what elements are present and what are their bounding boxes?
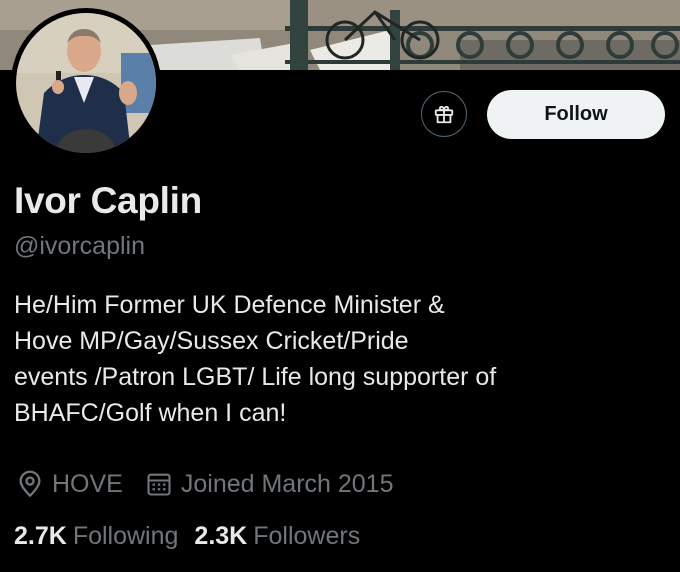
follow-button[interactable]: Follow — [487, 90, 665, 139]
location-text: HOVE — [52, 469, 123, 498]
bio-line: BHAFC/Golf when I can! — [14, 399, 287, 427]
gift-icon — [434, 105, 454, 124]
following-count: 2.7K — [14, 522, 67, 550]
user-handle: @ivorcaplin — [14, 232, 145, 260]
avatar-image — [16, 13, 156, 153]
profile-avatar[interactable] — [11, 8, 161, 158]
bio-line: events /Patron LGBT/ Life long supporter… — [14, 363, 497, 391]
display-name: Ivor Caplin — [14, 180, 202, 221]
joined-text: Joined March 2015 — [180, 469, 394, 498]
followers-label: Followers — [253, 522, 361, 550]
bio-line: He/Him Former UK Defence Minister & — [14, 291, 445, 319]
bio-line: Hove MP/Gay/Sussex Cricket/Pride — [14, 327, 409, 355]
gift-button[interactable] — [421, 91, 467, 137]
joined-item: Joined March 2015 — [145, 470, 394, 499]
followers-link[interactable]: 2.3K Followers — [194, 522, 360, 551]
calendar-icon — [147, 473, 171, 496]
profile-stats: 2.7K Following 2.3K Followers — [14, 522, 376, 551]
profile-meta: HOVE Joined March 2015 — [16, 467, 416, 501]
following-link[interactable]: 2.7K Following — [14, 522, 178, 551]
followers-count: 2.3K — [194, 522, 248, 550]
following-label: Following — [72, 522, 179, 550]
location-pin-icon — [19, 470, 41, 498]
profile-bio: He/Him Former UK Defence Minister & Hove… — [14, 287, 674, 431]
location-item: HOVE — [16, 470, 123, 499]
